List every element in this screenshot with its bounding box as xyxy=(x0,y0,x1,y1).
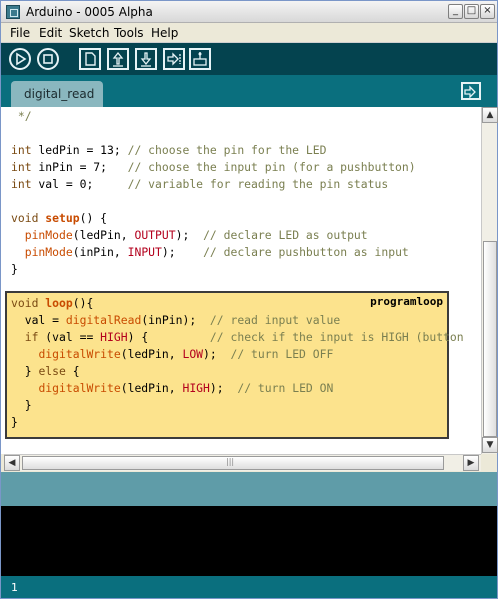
export-icon xyxy=(167,52,181,66)
code-line: digitalWrite(ledPin, LOW); // turn LED O… xyxy=(38,347,334,361)
scroll-down-arrow-icon[interactable]: ▼ xyxy=(482,437,498,453)
code-line: digitalWrite(ledPin, HIGH); // turn LED … xyxy=(38,381,334,395)
code-line: int inPin = 7; // choose the input pin (… xyxy=(11,160,416,174)
arduino-app-icon xyxy=(6,5,20,19)
title-bar[interactable]: Arduino - 0005 Alpha _ □ × xyxy=(1,1,497,23)
code-editor[interactable]: programloop */ int ledPin = 13; // choos… xyxy=(1,107,481,454)
serial-monitor-icon xyxy=(464,85,476,99)
export-button[interactable] xyxy=(163,48,185,70)
program-loop-label: programloop xyxy=(370,295,443,308)
menu-bar: File Edit Sketch Tools Help xyxy=(1,23,497,43)
new-button[interactable] xyxy=(79,48,101,70)
scroll-right-arrow-icon[interactable]: ▶ xyxy=(463,455,479,471)
code-line: } xyxy=(11,415,18,429)
save-button[interactable] xyxy=(135,48,157,70)
stop-icon xyxy=(43,54,53,64)
menu-file[interactable]: File xyxy=(10,26,30,40)
code-line: } else { xyxy=(11,364,80,378)
serial-monitor-button[interactable] xyxy=(189,48,211,70)
tab-digital-read[interactable]: digital_read xyxy=(11,81,103,107)
menu-sketch[interactable]: Sketch xyxy=(69,26,109,40)
code-line: void loop(){ xyxy=(11,296,94,310)
code-line: int ledPin = 13; // choose the pin for t… xyxy=(11,143,327,157)
minimize-button[interactable]: _ xyxy=(448,4,463,19)
menu-edit[interactable]: Edit xyxy=(39,26,62,40)
code-line: pinMode(ledPin, OUTPUT); // declare LED … xyxy=(24,228,368,242)
close-button[interactable]: × xyxy=(480,4,495,19)
play-icon xyxy=(16,52,27,66)
code-line: */ xyxy=(11,109,32,123)
code-line: if (val == HIGH) { // check if the input… xyxy=(24,330,464,344)
maximize-button[interactable]: □ xyxy=(464,4,479,19)
code-line: void setup() { xyxy=(11,211,108,225)
serial-monitor-icon xyxy=(193,52,207,66)
code-line: } xyxy=(11,262,18,276)
verify-button[interactable] xyxy=(9,48,31,70)
toolbar xyxy=(1,43,497,75)
stop-button[interactable] xyxy=(37,48,59,70)
scroll-left-arrow-icon[interactable]: ◀ xyxy=(4,455,20,471)
new-file-icon xyxy=(85,52,96,66)
vertical-scrollbar[interactable]: ▲ ▼ xyxy=(481,107,498,454)
vertical-scroll-thumb[interactable] xyxy=(483,241,497,437)
download-icon xyxy=(140,52,152,67)
tab-label: digital_read xyxy=(24,87,95,101)
arduino-window: Arduino - 0005 Alpha _ □ × File Edit Ske… xyxy=(0,0,498,599)
console-output[interactable] xyxy=(1,506,497,576)
code-line: int val = 0; // variable for reading the… xyxy=(11,177,389,191)
code-line: val = digitalRead(inPin); // read input … xyxy=(11,313,341,327)
upload-icon xyxy=(112,51,124,67)
scroll-up-arrow-icon[interactable]: ▲ xyxy=(482,107,498,123)
horizontal-scrollbar[interactable]: ◀ ||| ▶ xyxy=(4,454,481,471)
code-line: pinMode(inPin, INPUT); // declare pushbu… xyxy=(24,245,409,259)
tab-menu-button[interactable] xyxy=(461,82,481,100)
window-title: Arduino - 0005 Alpha xyxy=(26,5,153,19)
tab-strip: digital_read xyxy=(1,75,497,107)
line-number: 1 xyxy=(11,581,18,594)
menu-help[interactable]: Help xyxy=(151,26,178,40)
code-line: } xyxy=(11,398,32,412)
horizontal-scroll-thumb[interactable]: ||| xyxy=(22,456,444,470)
open-button[interactable] xyxy=(107,48,129,70)
menu-tools[interactable]: Tools xyxy=(114,26,144,40)
scroll-grip-icon: ||| xyxy=(226,457,235,466)
status-bar: 1 xyxy=(1,576,497,598)
message-area xyxy=(1,472,497,506)
